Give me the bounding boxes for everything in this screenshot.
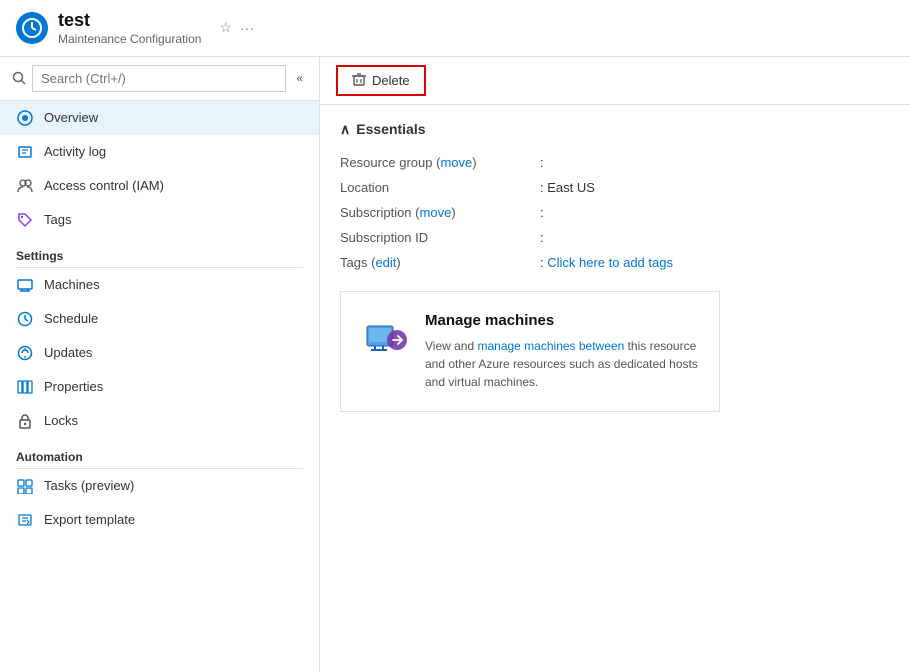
sidebar-item-locks[interactable]: Locks [0,404,319,438]
resource-group-move-link[interactable]: move [440,155,472,170]
search-icon [12,71,26,85]
content-area: Delete ∧ Essentials Resource group (move… [320,57,910,672]
sidebar-item-overview[interactable]: Overview [0,101,319,135]
location-label: Location [340,175,540,200]
sidebar-item-updates[interactable]: Updates [0,336,319,370]
export-icon [16,511,34,529]
search-input[interactable] [32,65,286,92]
top-header: test Maintenance Configuration ☆ ··· [0,0,910,57]
resource-title: test [58,10,201,32]
more-options-icon[interactable]: ··· [240,20,254,36]
tags-edit-link[interactable]: edit [375,255,396,270]
tags-label: Tags (edit) [340,250,540,275]
sidebar-item-access-control[interactable]: Access control (IAM) [0,169,319,203]
manage-machines-description: View and manage machines between this re… [425,337,699,391]
overview-icon [16,109,34,127]
sidebar: « Overview Activity log [0,57,320,672]
sidebar-item-schedule[interactable]: Schedule [0,302,319,336]
essentials-grid: Resource group (move) Location East US S… [340,150,890,275]
sidebar-item-tasks-label: Tasks (preview) [44,478,134,493]
resource-icon [16,12,48,44]
essentials-header: ∧ Essentials [340,121,890,138]
automation-section-label: Automation [0,438,319,468]
add-tags-link[interactable]: Click here to add tags [547,255,673,270]
sidebar-item-export[interactable]: Export template [0,503,319,537]
sidebar-item-machines-label: Machines [44,277,100,292]
properties-icon [16,378,34,396]
sidebar-item-tags[interactable]: Tags [0,203,319,237]
updates-icon [16,344,34,362]
cards-section: Manage machines View and manage machines… [320,291,910,432]
subscription-move-link[interactable]: move [420,205,452,220]
manage-machines-card[interactable]: Manage machines View and manage machines… [340,291,720,412]
subscription-id-value [540,225,890,250]
essentials-title: Essentials [356,121,425,137]
collapse-button[interactable]: « [292,67,307,89]
subscription-label: Subscription (move) [340,200,540,225]
delete-button[interactable]: Delete [336,65,426,96]
manage-machines-icon [361,312,409,360]
manage-machines-content: Manage machines View and manage machines… [425,312,699,391]
header-text: test Maintenance Configuration [58,10,201,46]
main-layout: « Overview Activity log [0,57,910,672]
header-actions: ☆ ··· [219,19,254,36]
sidebar-item-schedule-label: Schedule [44,311,98,326]
manage-machines-title: Manage machines [425,312,699,329]
sidebar-item-properties[interactable]: Properties [0,370,319,404]
sidebar-item-access-control-label: Access control (IAM) [44,178,164,193]
subscription-id-label: Subscription ID [340,225,540,250]
sidebar-item-locks-label: Locks [44,413,78,428]
resource-subtitle: Maintenance Configuration [58,32,201,46]
resource-group-label: Resource group (move) [340,150,540,175]
delete-icon [352,73,366,87]
sidebar-item-properties-label: Properties [44,379,103,394]
machines-icon [16,276,34,294]
resource-group-value [540,150,890,175]
subscription-value [540,200,890,225]
sidebar-item-activity-log[interactable]: Activity log [0,135,319,169]
sidebar-item-updates-label: Updates [44,345,92,360]
location-value: East US [540,175,890,200]
sidebar-item-machines[interactable]: Machines [0,268,319,302]
tasks-icon [16,477,34,495]
sidebar-item-export-label: Export template [44,512,135,527]
essentials-section: ∧ Essentials Resource group (move) Locat… [320,105,910,291]
locks-icon [16,412,34,430]
sidebar-item-overview-label: Overview [44,110,98,125]
tags-icon [16,211,34,229]
favorite-icon[interactable]: ☆ [219,19,232,36]
schedule-icon [16,310,34,328]
sidebar-item-tags-label: Tags [44,212,71,227]
activity-log-icon [16,143,34,161]
settings-section-label: Settings [0,237,319,267]
sidebar-item-tasks[interactable]: Tasks (preview) [0,469,319,503]
tags-value: Click here to add tags [540,250,890,275]
sidebar-item-activity-log-label: Activity log [44,144,106,159]
search-bar: « [0,57,319,101]
access-control-icon [16,177,34,195]
toolbar: Delete [320,57,910,105]
essentials-chevron[interactable]: ∧ [340,121,350,138]
manage-machines-icon-area [361,312,409,360]
